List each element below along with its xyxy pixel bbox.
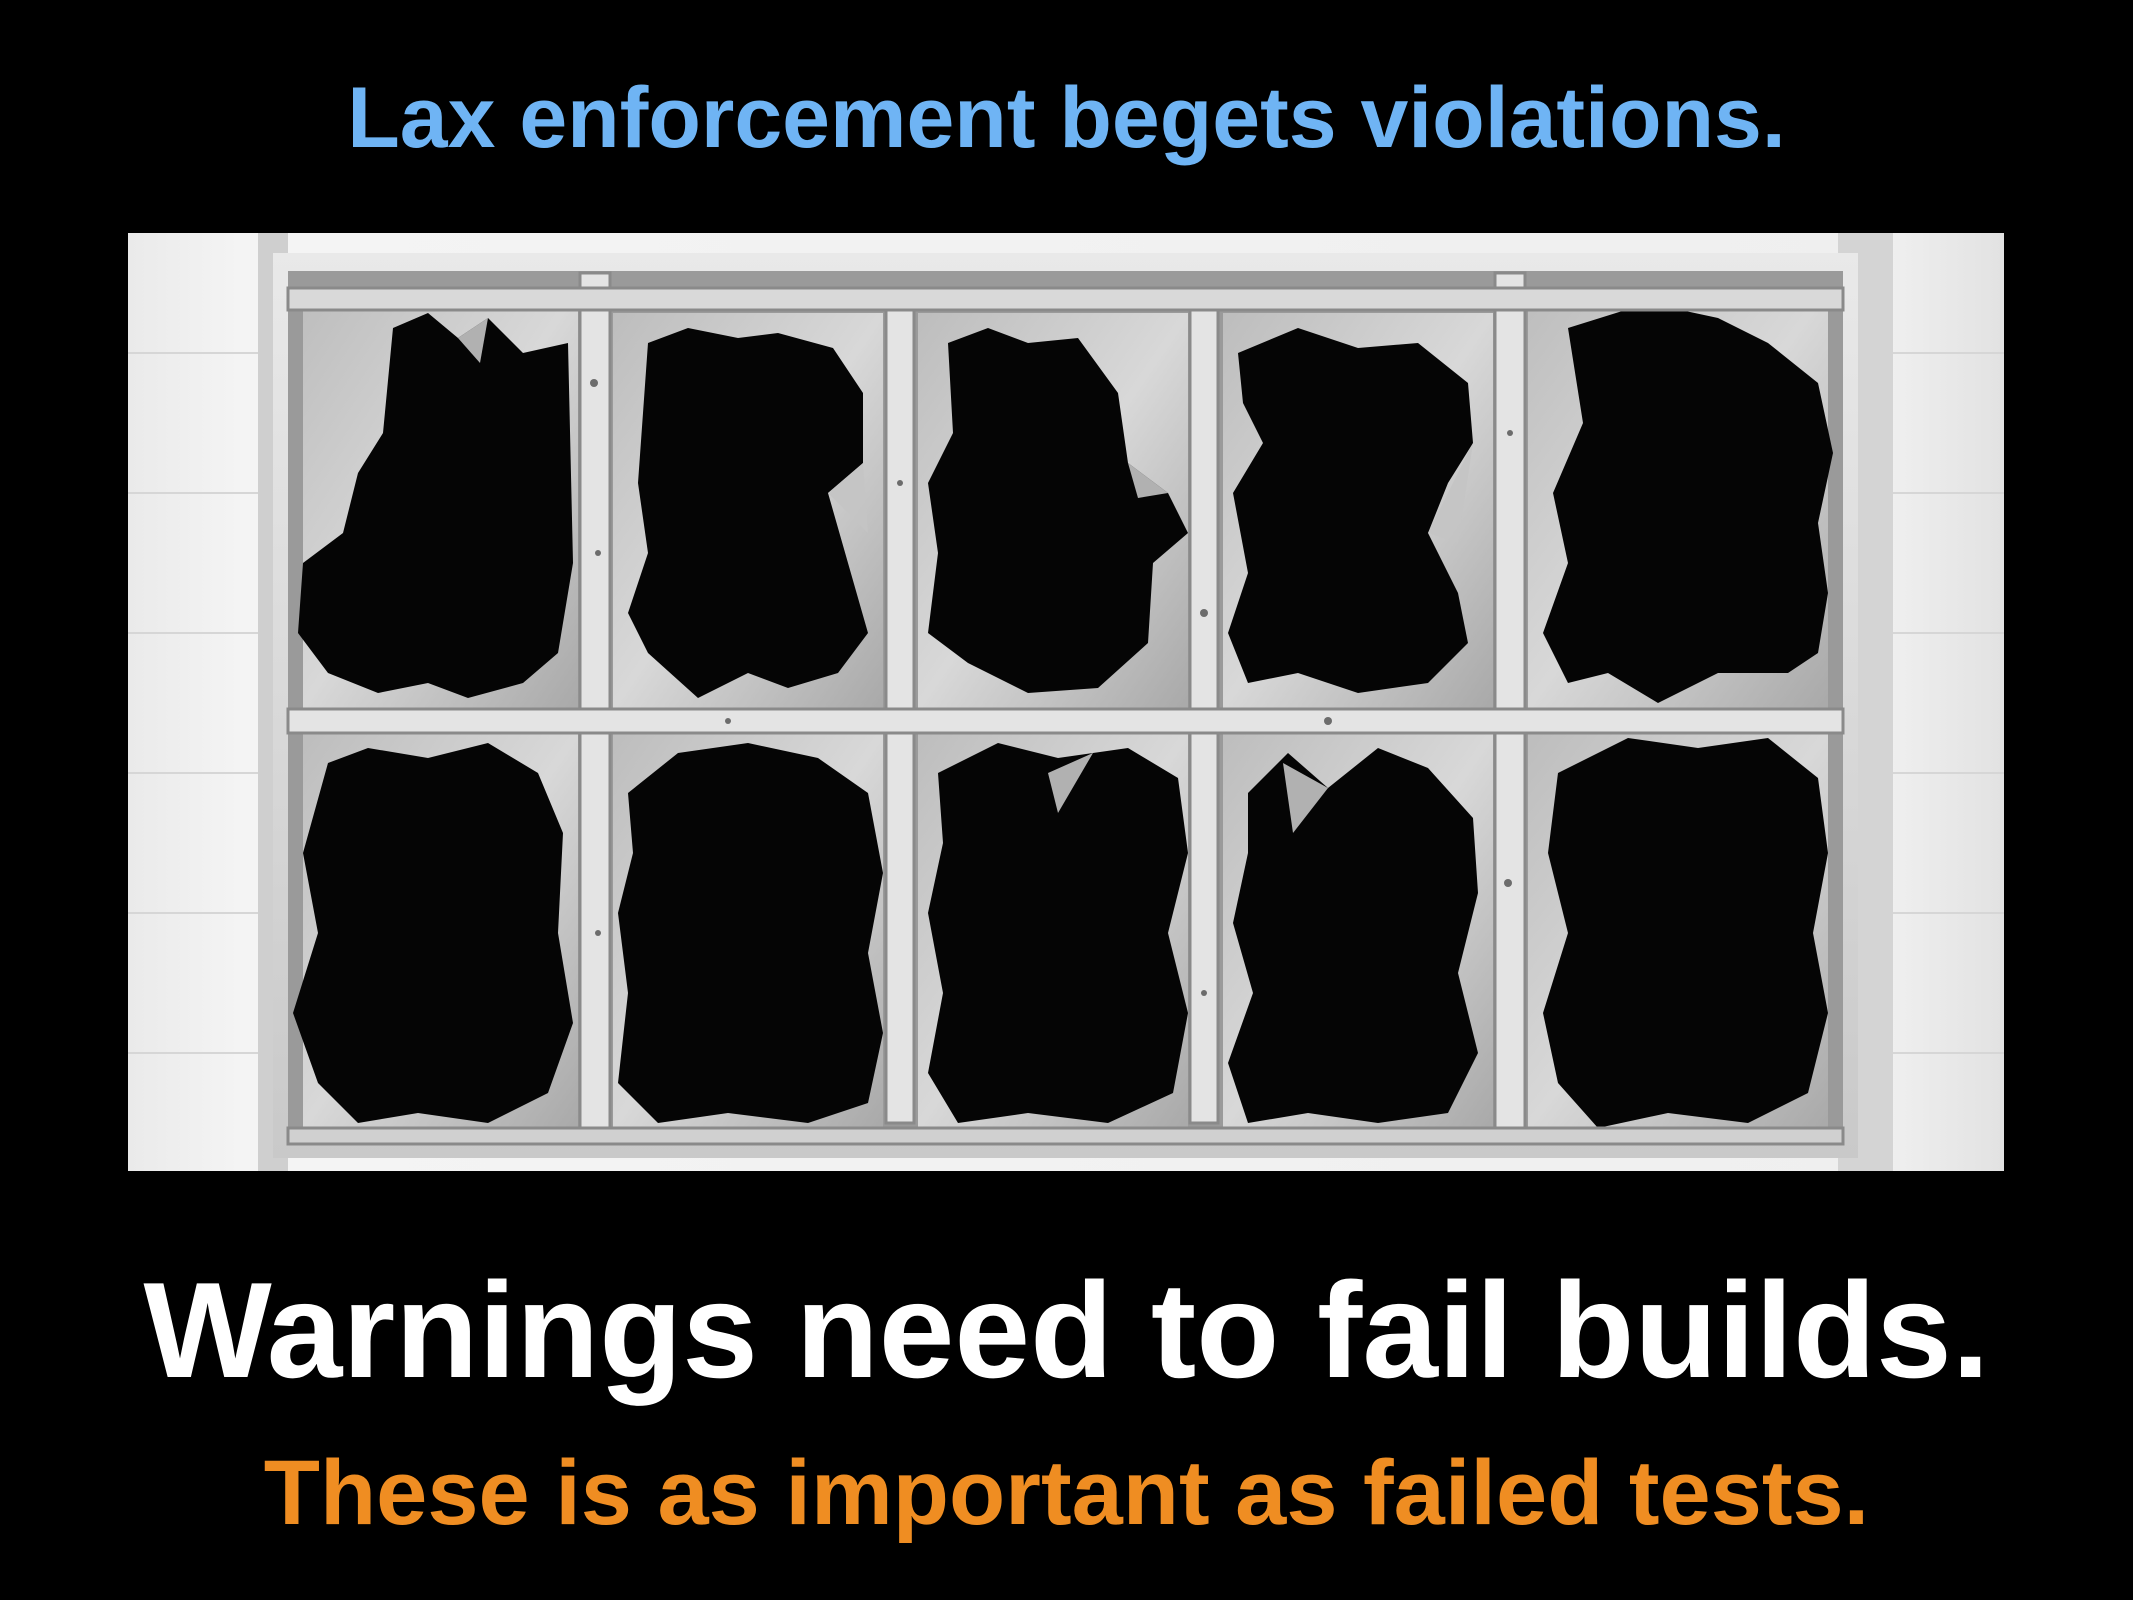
top-caption: Lax enforcement begets violations. [347,70,1786,166]
subline: These is as important as failed tests. [263,1442,1870,1544]
main-headline: Warnings need to fail builds. [143,1254,1990,1406]
broken-window-photo [128,233,2004,1171]
broken-window-illustration [128,233,2004,1171]
